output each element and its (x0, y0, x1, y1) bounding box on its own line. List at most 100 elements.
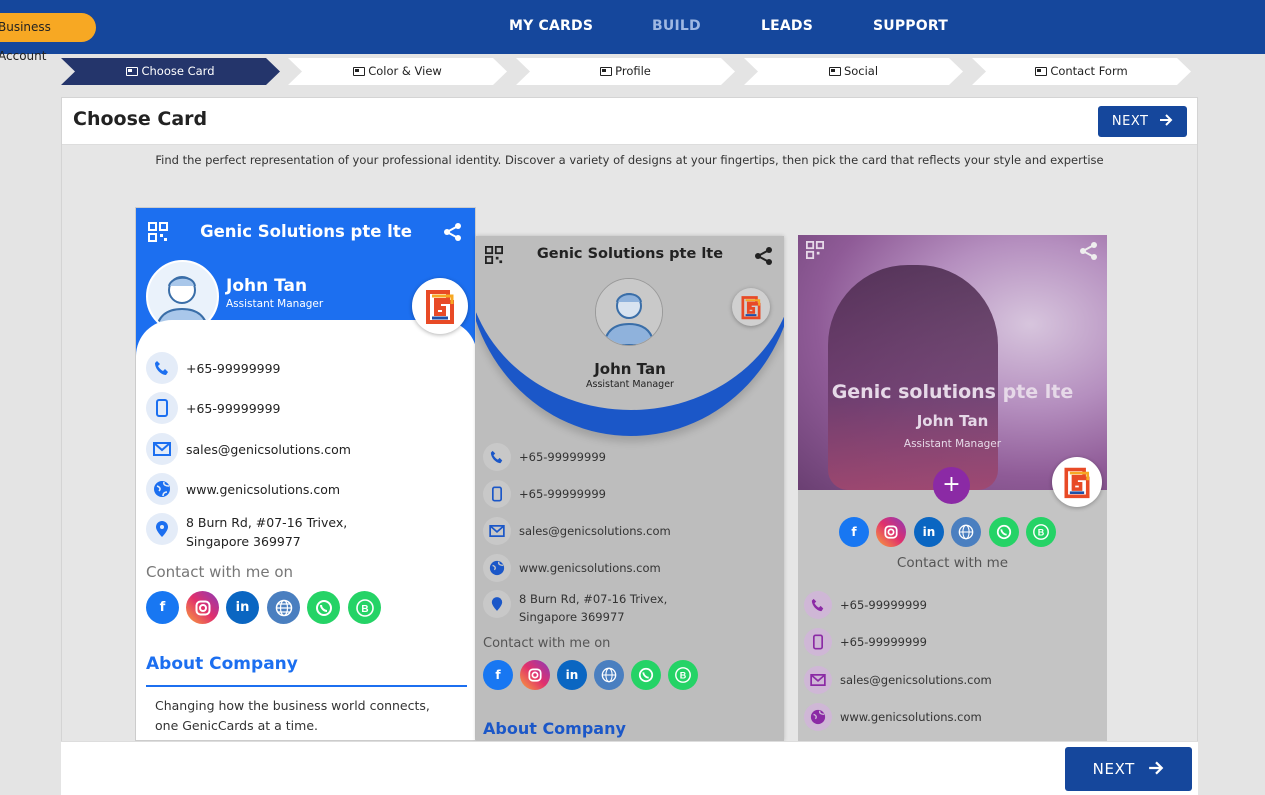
linkedin-icon[interactable]: in (914, 517, 944, 547)
whatsapp-icon[interactable] (631, 660, 661, 690)
company-logo (412, 278, 468, 334)
phone-icon (804, 591, 832, 619)
whatsapp-business-icon[interactable]: B (1026, 517, 1056, 547)
website-row[interactable]: www.genicsolutions.com (804, 703, 982, 731)
step-social[interactable]: Social (744, 58, 963, 85)
next-button-bottom[interactable]: NEXT (1065, 747, 1192, 791)
mobile-icon (483, 480, 511, 508)
card-icon (353, 67, 365, 76)
address-text: 8 Burn Rd, #07-16 Trivex, Singapore 36997… (519, 592, 668, 624)
phone-icon (146, 352, 178, 384)
qr-code-icon[interactable] (806, 241, 824, 259)
facebook-icon[interactable]: f (839, 517, 869, 547)
company-logo (1052, 457, 1102, 507)
nav-my-cards[interactable]: MY CARDS (509, 18, 593, 34)
instagram-icon[interactable] (520, 660, 550, 690)
globe-icon (804, 703, 832, 731)
globe-icon[interactable] (951, 517, 981, 547)
location-pin-icon (483, 590, 511, 618)
step-choose-card[interactable]: Choose Card (61, 58, 280, 85)
mobile-row[interactable]: +65-99999999 (483, 480, 606, 508)
globe-icon (146, 473, 178, 505)
card-template-1[interactable]: Genic Solutions pte lte John Tan Assista… (135, 207, 476, 741)
person-role: Assistant Manager (226, 298, 324, 310)
add-contact-button[interactable]: + (933, 467, 970, 504)
mobile-row[interactable]: +65-99999999 (804, 628, 927, 656)
footer-bar: NEXT (61, 741, 1198, 795)
email-row[interactable]: sales@genicsolutions.com (483, 517, 671, 545)
arrow-right-icon (1149, 761, 1164, 775)
phone-text: +65-99999999 (840, 597, 927, 612)
globe-icon[interactable] (594, 660, 624, 690)
step-label: Contact Form (1050, 64, 1128, 78)
whatsapp-business-icon[interactable]: B (348, 591, 381, 624)
panel-header: Choose Card NEXT (62, 98, 1197, 145)
mail-icon (146, 433, 178, 465)
email-row[interactable]: sales@genicsolutions.com (146, 433, 351, 465)
website-row[interactable]: www.genicsolutions.com (483, 554, 661, 582)
business-account-button[interactable]: Business Account (0, 13, 96, 63)
card-icon (1035, 67, 1047, 76)
svg-text:B: B (1038, 528, 1045, 538)
phone-text: +65-99999999 (519, 449, 606, 464)
card-icon (829, 67, 841, 76)
whatsapp-icon[interactable] (307, 591, 340, 624)
qr-code-icon[interactable] (148, 222, 168, 242)
email-row[interactable]: sales@genicsolutions.com (804, 666, 992, 694)
contact-title: Contact with me (896, 555, 1009, 571)
linkedin-icon[interactable]: in (226, 591, 259, 624)
step-profile[interactable]: Profile (516, 58, 735, 85)
page-title: Choose Card (73, 108, 208, 130)
step-progress-bar: Choose Card Color & View Profile Social … (61, 58, 1191, 85)
phone-row[interactable]: +65-99999999 (804, 591, 927, 619)
top-nav-bar: Business Account MY CARDS BUILD LEADS SU… (0, 0, 1265, 63)
whatsapp-icon[interactable] (989, 517, 1019, 547)
facebook-icon[interactable]: f (483, 660, 513, 690)
next-button-top[interactable]: NEXT (1098, 106, 1187, 137)
card-icon (126, 67, 138, 76)
nav-leads[interactable]: LEADS (761, 18, 813, 34)
address-row[interactable]: 8 Burn Rd, #07-16 Trivex, Singapore 36997… (146, 513, 347, 551)
step-label: Choose Card (141, 64, 215, 78)
nav-support[interactable]: SUPPORT (873, 18, 948, 34)
whatsapp-business-icon[interactable]: B (668, 660, 698, 690)
instagram-icon[interactable] (186, 591, 219, 624)
company-logo (732, 288, 770, 326)
mobile-icon (804, 628, 832, 656)
genic-logo-icon (741, 296, 761, 320)
address-row[interactable]: 8 Burn Rd, #07-16 Trivex, Singapore 36997… (483, 590, 667, 626)
mobile-text: +65-99999999 (519, 486, 606, 501)
mail-icon (804, 666, 832, 694)
card-icon (600, 67, 612, 76)
website-text: www.genicsolutions.com (519, 560, 661, 575)
phone-row[interactable]: +65-99999999 (146, 352, 281, 384)
nav-build[interactable]: BUILD (652, 18, 701, 34)
divider (146, 685, 467, 687)
contact-title: Contact with me on (483, 636, 611, 651)
mobile-row[interactable]: +65-99999999 (146, 392, 281, 424)
share-icon[interactable] (443, 222, 463, 242)
share-icon[interactable] (1079, 241, 1099, 261)
website-text: www.genicsolutions.com (186, 481, 341, 497)
instagram-icon[interactable] (876, 517, 906, 547)
company-name: Genic solutions pte lte (831, 381, 1074, 403)
address-text: 8 Burn Rd, #07-16 Trivex, Singapore 36997… (186, 515, 348, 549)
share-icon[interactable] (754, 246, 774, 266)
facebook-icon[interactable]: f (146, 591, 179, 624)
mobile-icon (146, 392, 178, 424)
genic-logo-icon (426, 290, 454, 324)
location-pin-icon (146, 513, 178, 545)
website-row[interactable]: www.genicsolutions.com (146, 473, 340, 505)
card-template-3[interactable]: Genic solutions pte lte John Tan Assista… (798, 235, 1107, 741)
card-template-2[interactable]: Genic Solutions pte lte John Tan Assista… (476, 236, 784, 741)
avatar (595, 278, 663, 346)
globe-icon[interactable] (267, 591, 300, 624)
phone-row[interactable]: +65-99999999 (483, 443, 606, 471)
step-contact-form[interactable]: Contact Form (972, 58, 1191, 85)
linkedin-icon[interactable]: in (557, 660, 587, 690)
step-label: Profile (615, 64, 651, 78)
next-label: NEXT (1092, 760, 1135, 778)
email-text: sales@genicsolutions.com (186, 441, 351, 457)
step-color-view[interactable]: Color & View (288, 58, 507, 85)
svg-text:B: B (361, 604, 368, 615)
